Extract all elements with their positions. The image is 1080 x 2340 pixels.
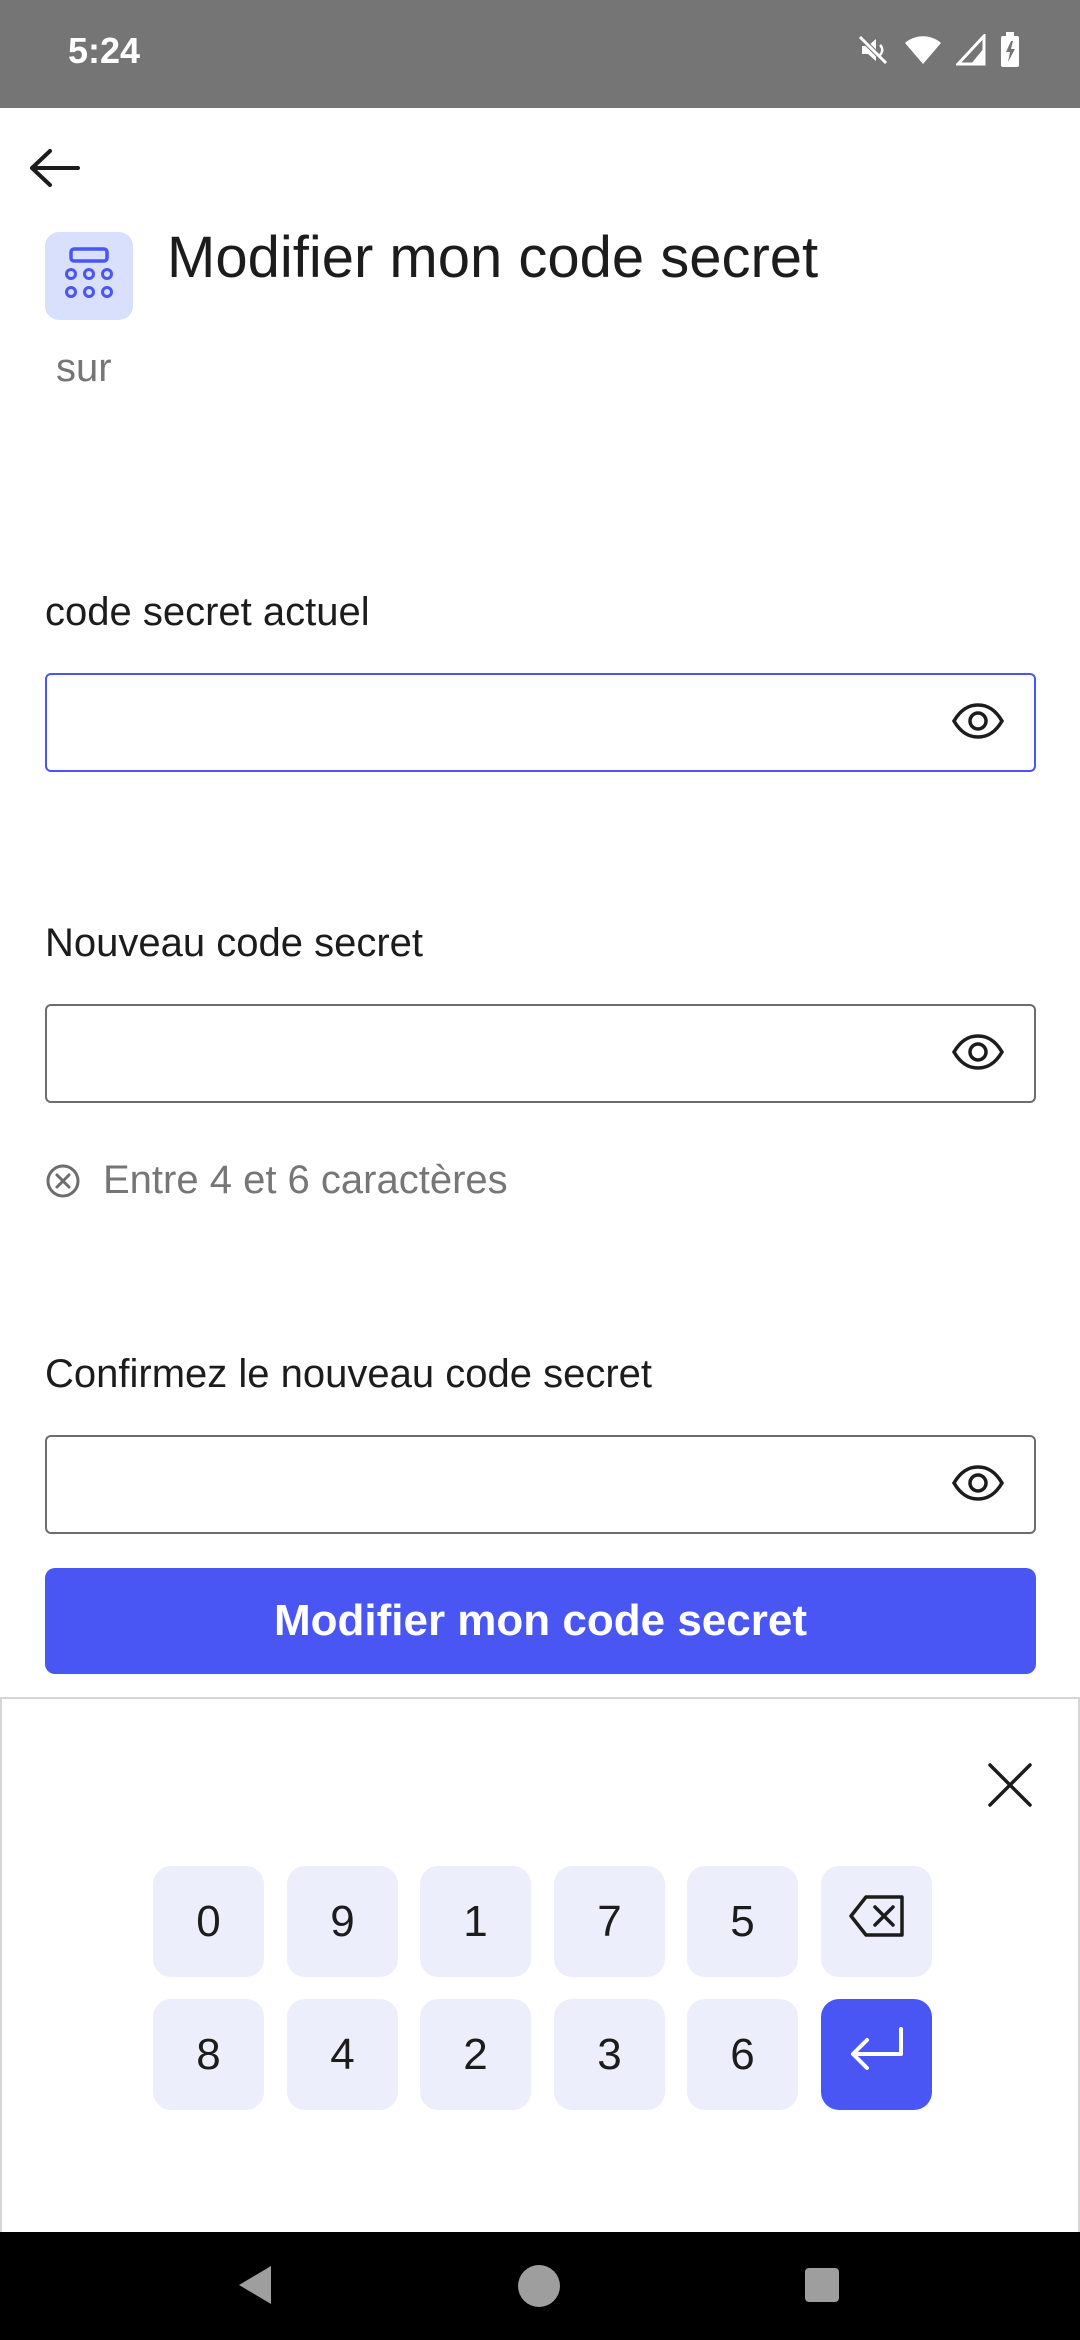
eye-icon (951, 702, 1005, 744)
page-title: Modifier mon code secret (167, 225, 819, 290)
arrow-left-icon (28, 148, 80, 193)
show-confirm-code-button[interactable] (950, 1464, 1006, 1506)
current-code-label: code secret actuel (45, 590, 370, 634)
current-code-input[interactable] (67, 685, 927, 761)
length-rule: Entre 4 et 6 caractères (45, 1158, 508, 1203)
key-digit[interactable]: 9 (287, 1866, 398, 1977)
eye-icon (951, 1464, 1005, 1506)
system-nav-bar (0, 2232, 1080, 2340)
wifi-icon (904, 34, 942, 66)
key-digit[interactable]: 8 (153, 1999, 264, 2110)
key-digit[interactable]: 7 (554, 1866, 665, 1977)
app-icon (45, 232, 133, 320)
show-new-code-button[interactable] (950, 1033, 1006, 1075)
signal-icon (956, 34, 986, 66)
key-digit[interactable]: 4 (287, 1999, 398, 2110)
close-icon (987, 1762, 1033, 1813)
enter-icon (847, 2026, 907, 2083)
nav-recents-icon[interactable] (805, 2268, 839, 2302)
mute-icon (856, 33, 890, 67)
status-bar: 5:24 (0, 0, 1080, 108)
length-rule-text: Entre 4 et 6 caractères (103, 1158, 508, 1202)
key-digit[interactable]: 6 (687, 1999, 798, 2110)
submit-button[interactable]: Modifier mon code secret (45, 1568, 1036, 1674)
key-digit[interactable]: 2 (420, 1999, 531, 2110)
secure-keypad: 0 9 1 7 5 8 4 2 3 6 (0, 1697, 1080, 2232)
current-code-field[interactable] (45, 673, 1036, 772)
enter-key[interactable] (821, 1999, 932, 2110)
key-digit[interactable]: 5 (687, 1866, 798, 1977)
back-button[interactable] (22, 140, 86, 200)
page-subtitle: sur (56, 346, 112, 390)
confirm-code-field[interactable] (45, 1435, 1036, 1534)
circle-x-icon (45, 1163, 81, 1199)
keypad-icon (61, 246, 117, 306)
key-digit[interactable]: 0 (153, 1866, 264, 1977)
close-keypad-button[interactable] (980, 1757, 1040, 1817)
nav-home-icon[interactable] (518, 2265, 560, 2307)
eye-icon (951, 1033, 1005, 1075)
new-code-field[interactable] (45, 1004, 1036, 1103)
key-digit[interactable]: 3 (554, 1999, 665, 2110)
status-time: 5:24 (68, 30, 141, 71)
new-code-label: Nouveau code secret (45, 921, 424, 965)
confirm-code-input[interactable] (67, 1447, 927, 1523)
key-digit[interactable]: 1 (420, 1866, 531, 1977)
status-icons (856, 32, 1020, 68)
battery-icon (1000, 32, 1020, 68)
new-code-input[interactable] (67, 1016, 927, 1092)
confirm-code-label: Confirmez le nouveau code secret (45, 1352, 652, 1396)
backspace-icon (848, 1894, 906, 1949)
backspace-key[interactable] (821, 1866, 932, 1977)
nav-back-icon[interactable] (235, 2262, 275, 2313)
show-current-code-button[interactable] (950, 702, 1006, 744)
